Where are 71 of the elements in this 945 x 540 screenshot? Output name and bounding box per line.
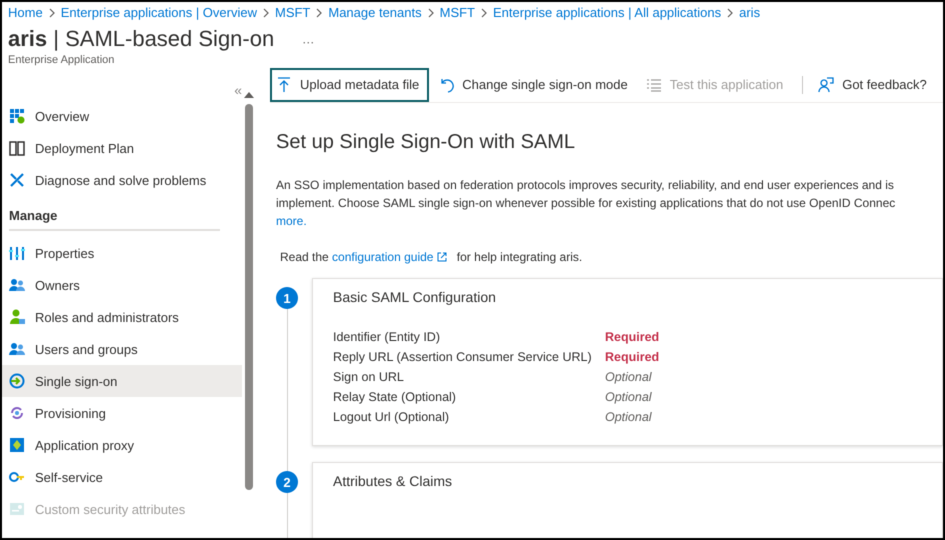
sliders-icon	[9, 245, 25, 261]
chevron-icon	[481, 8, 487, 18]
sidebar-item[interactable]: Application proxy	[2, 429, 242, 461]
configuration-guide-link[interactable]: configuration guide	[332, 250, 434, 264]
description-text: implement. Choose SAML single sign-on whenever possible for existing applications that do not use OpenID Connec	[276, 195, 896, 212]
sidebar-item[interactable]: Diagnose and solve problems	[2, 164, 242, 196]
card-title: Attributes & Claims	[333, 473, 454, 489]
field-label: Identifier (Entity ID)	[333, 330, 441, 344]
guide-text: for help integrating aris.	[456, 250, 582, 264]
breadcrumb-link[interactable]: MSFT	[274, 5, 310, 20]
collapse-button[interactable]: «	[228, 80, 242, 100]
feedback-icon	[818, 76, 834, 92]
sidebar-item[interactable]: Deployment Plan	[2, 132, 242, 164]
person-icon	[9, 309, 25, 325]
sidebar-item[interactable]: Provisioning	[2, 397, 242, 429]
people-icon	[9, 341, 25, 357]
scrollbar-thumb[interactable]	[245, 104, 253, 490]
grid-icon	[9, 108, 25, 124]
page-title: aris | SAML-based Sign-on	[8, 26, 274, 52]
field-label: Sign on URL	[333, 370, 405, 384]
upload-icon	[276, 76, 292, 92]
list-icon	[646, 76, 662, 92]
chevron-icon	[428, 8, 434, 18]
field-status: Required	[605, 350, 660, 364]
field-status: Optional	[605, 390, 652, 404]
breadcrumb-link[interactable]: Enterprise applications | Overview	[60, 5, 257, 20]
sidebar-item[interactable]: Properties	[2, 237, 242, 269]
sign-in-icon	[9, 373, 25, 389]
more-button[interactable]: ···	[296, 34, 320, 50]
section-heading: Manage	[8, 207, 58, 225]
sidebar-item[interactable]: Roles and administrators	[2, 301, 242, 333]
field-status: Optional	[605, 410, 652, 424]
sidebar-item[interactable]: Owners	[2, 269, 242, 301]
chevron-icon	[316, 8, 322, 18]
sync-icon	[9, 405, 25, 421]
toolbar-button[interactable]: Got feedback?	[813, 68, 936, 102]
breadcrumb-link[interactable]: Home	[8, 5, 43, 20]
chevron-icon	[48, 8, 55, 18]
page-subtitle: Enterprise Application	[7, 53, 116, 66]
sidebar-item[interactable]: Single sign-on	[2, 365, 242, 397]
people-icon	[9, 277, 25, 293]
chevron-icon	[727, 8, 734, 18]
card-title: Basic SAML Configuration	[333, 289, 497, 305]
field-status: Optional	[605, 370, 652, 384]
sidebar-item[interactable]: Self-service	[2, 461, 242, 493]
tag-icon	[9, 501, 25, 517]
sidebar-item[interactable]: Overview	[2, 100, 242, 132]
book-icon	[9, 140, 25, 156]
step-number: 1	[276, 287, 298, 309]
step-number: 2	[276, 471, 298, 493]
breadcrumb-link[interactable]: MSFT	[440, 5, 475, 20]
field-label: Relay State (Optional)	[333, 390, 457, 404]
breadcrumb-link[interactable]: Manage tenants	[328, 5, 422, 20]
chevron-icon	[262, 8, 269, 18]
field-status: Required	[605, 330, 660, 344]
field-label: Reply URL (Assertion Consumer Service URL)	[333, 350, 593, 364]
key-icon	[9, 469, 25, 485]
toolbar-button[interactable]: Upload metadata file	[270, 68, 430, 102]
proxy-icon	[9, 437, 25, 453]
learn-more-link[interactable]: more.	[276, 214, 307, 228]
section-heading: Set up Single Sign-On with SAML	[276, 131, 576, 154]
scroll-up-icon	[244, 92, 254, 98]
sidebar-item[interactable]: Users and groups	[2, 333, 242, 365]
guide-text: Read the	[280, 250, 330, 264]
breadcrumb-link[interactable]: aris	[739, 5, 760, 20]
tools-icon	[9, 172, 25, 188]
field-label: Logout Url (Optional)	[333, 410, 450, 424]
toolbar-button[interactable]: Change single sign-on mode	[433, 68, 637, 102]
description-text: An SSO implementation based on federation protocols improves security, reliability, and end user experiences and is	[276, 177, 895, 194]
breadcrumb-link[interactable]: Enterprise applications | All applications	[493, 5, 722, 20]
external-link-icon	[437, 252, 448, 262]
